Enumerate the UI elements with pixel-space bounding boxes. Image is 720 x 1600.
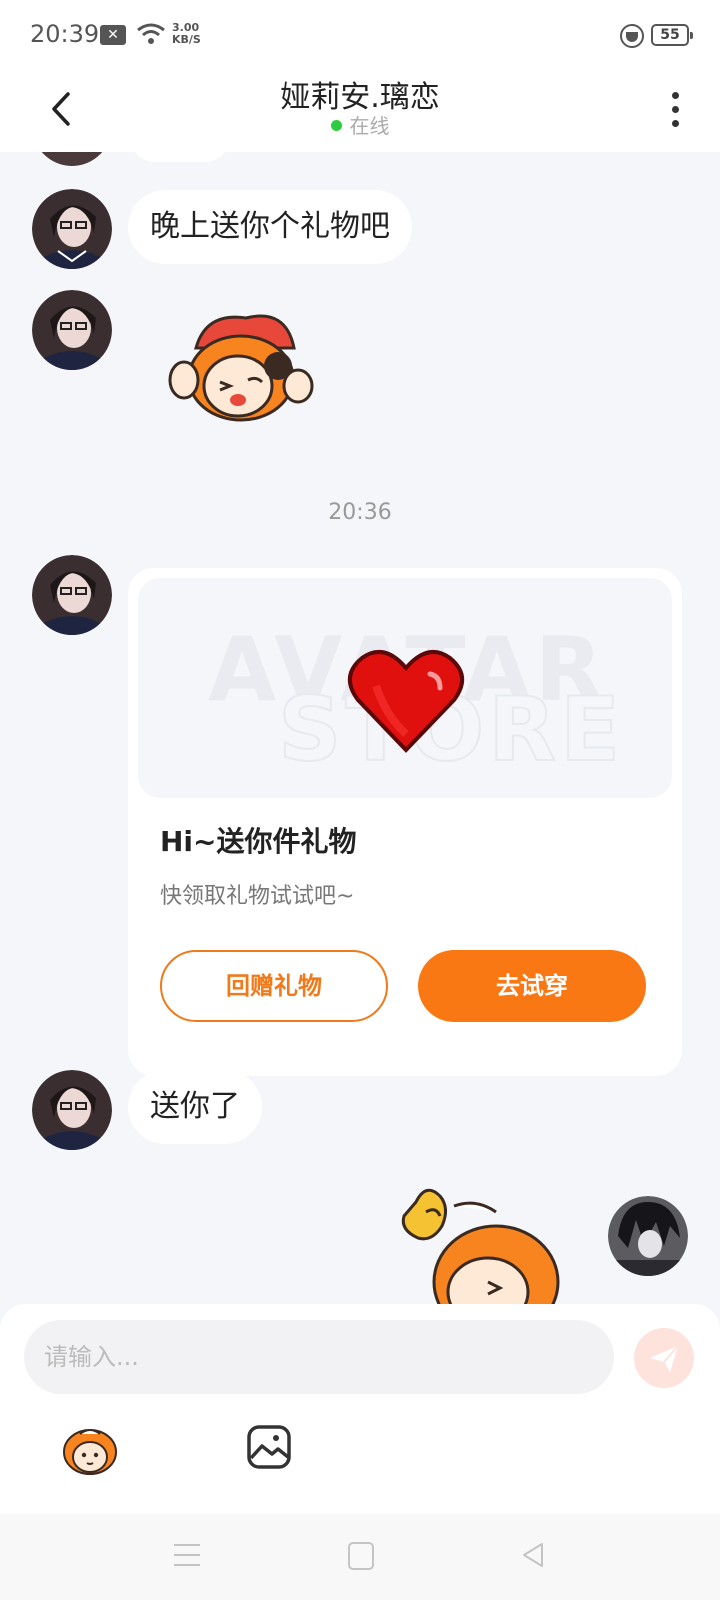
contact-avatar[interactable] (32, 189, 112, 269)
send-button[interactable] (634, 1328, 694, 1388)
red-heart-icon (348, 649, 464, 753)
contact-avatar[interactable] (32, 1070, 112, 1150)
status-time: 20:39 (30, 20, 100, 48)
online-dot-icon (330, 120, 342, 131)
contact-avatar[interactable] (32, 290, 112, 370)
x-badge-icon: ✕ (100, 25, 126, 45)
battery-icon: 55 (651, 24, 693, 46)
online-status: 在线 (0, 110, 720, 139)
more-dot-icon (672, 92, 679, 99)
wifi-icon (137, 23, 165, 44)
status-bar: 20:39 ✕ 3.00 KB/S 55 (0, 0, 720, 70)
emoji-sticker-icon[interactable] (62, 1424, 118, 1476)
character-finger-heart-sticker[interactable] (396, 1182, 566, 1304)
recent-apps-button[interactable] (174, 1542, 202, 1570)
user-avatar[interactable] (608, 1196, 688, 1276)
online-status-text: 在线 (349, 114, 390, 138)
system-nav-bar (0, 1514, 720, 1600)
gift-card[interactable]: AVATAR STORE Hi~送你件礼物 快领取礼物试试吧~ 回赠礼物 去试穿 (128, 568, 682, 1076)
more-options-button[interactable] (660, 84, 690, 134)
hat-character-blowing-kiss-sticker[interactable] (166, 308, 316, 434)
chat-header: 娅莉安.璃恋 在线 (0, 70, 720, 152)
gift-description: 快领取礼物试试吧~ (160, 884, 355, 909)
try-on-button[interactable]: 去试穿 (418, 950, 646, 1022)
contact-avatar[interactable] (32, 555, 112, 635)
net-speed: 3.00 KB/S (172, 22, 201, 46)
paper-plane-icon (650, 1345, 679, 1372)
message-bubble-text[interactable]: 晚上送你个礼物吧 (128, 190, 412, 264)
message-timestamp: 20:36 (328, 500, 392, 525)
more-dot-icon (672, 106, 679, 113)
net-speed-unit: KB/S (172, 33, 201, 46)
message-input[interactable] (24, 1320, 614, 1394)
previous-message-bubble[interactable] (130, 152, 230, 162)
contact-avatar[interactable] (32, 152, 112, 166)
home-button[interactable] (348, 1542, 374, 1570)
gift-banner: AVATAR STORE (138, 578, 672, 798)
more-dot-icon (672, 120, 679, 127)
composer-panel (0, 1304, 720, 1514)
return-gift-button[interactable]: 回赠礼物 (160, 950, 388, 1022)
system-back-button[interactable] (518, 1540, 548, 1570)
message-bubble-text[interactable]: 送你了 (128, 1070, 262, 1144)
gift-title: Hi~送你件礼物 (160, 825, 357, 858)
message-list[interactable]: 晚上送你个礼物吧 20:36 STORE Hi~送你件礼物 快领取礼物试试吧~ … (0, 152, 720, 1304)
image-icon[interactable] (246, 1424, 292, 1470)
do-not-disturb-icon (620, 24, 644, 48)
